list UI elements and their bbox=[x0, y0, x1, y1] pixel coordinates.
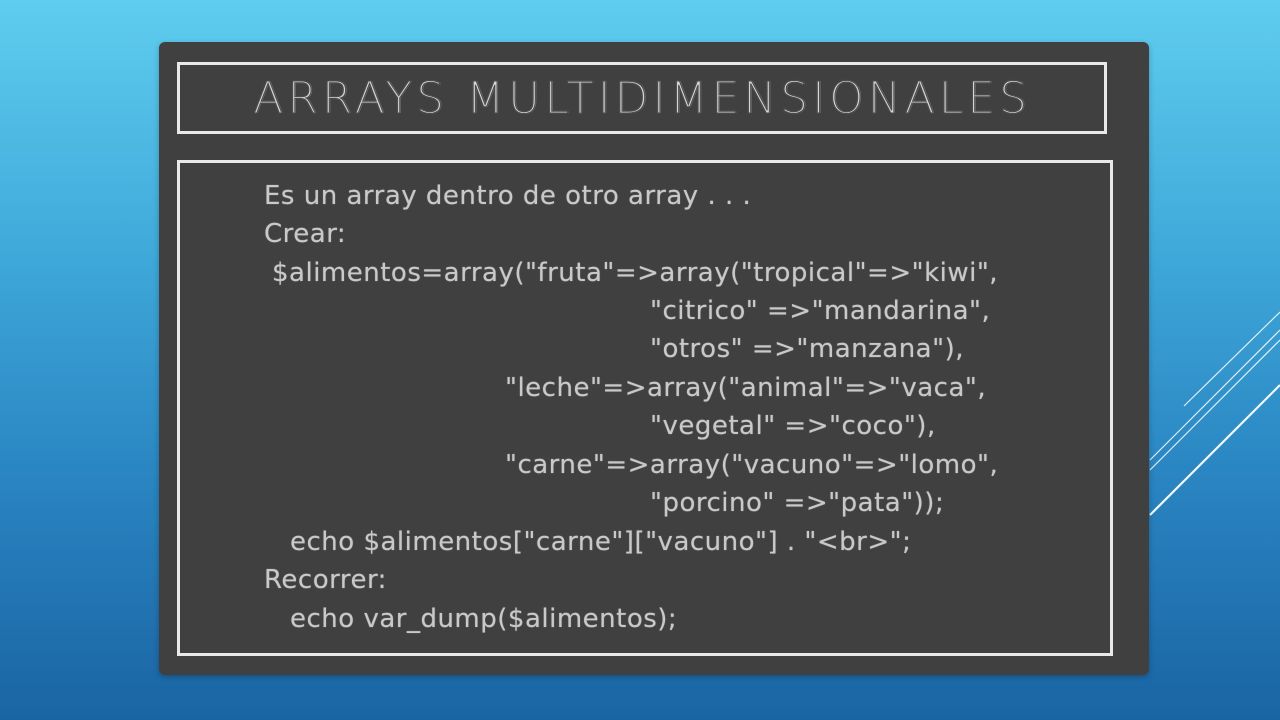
slide-title: ARRAYS MULTIDIMENSIONALES bbox=[253, 72, 1031, 124]
text-line-recorrer: Recorrer: bbox=[264, 565, 387, 595]
code-line-6: "carne"=>array("vacuno"=>"lomo", bbox=[505, 450, 999, 480]
code-line-5: "vegetal" =>"coco"), bbox=[650, 411, 936, 441]
code-line-echo: echo $alimentos["carne"]["vacuno"] . "<b… bbox=[290, 527, 912, 557]
text-line-definition: Es un array dentro de otro array . . . bbox=[264, 181, 752, 211]
title-frame: ARRAYS MULTIDIMENSIONALES bbox=[177, 62, 1107, 134]
text-line-crear: Crear: bbox=[264, 219, 347, 249]
code-line-7: "porcino" =>"pata")); bbox=[650, 488, 945, 518]
code-line-4: "leche"=>array("animal"=>"vaca", bbox=[505, 373, 987, 403]
code-line-2: "citrico" =>"mandarina", bbox=[650, 296, 991, 326]
chalkboard: ARRAYS MULTIDIMENSIONALES Es un array de… bbox=[159, 42, 1149, 675]
code-line-1: $alimentos=array("fruta"=>array("tropica… bbox=[272, 258, 999, 288]
content-frame: Es un array dentro de otro array . . . C… bbox=[177, 160, 1113, 656]
code-line-3: "otros" =>"manzana"), bbox=[650, 334, 964, 364]
code-line-var-dump: echo var_dump($alimentos); bbox=[290, 604, 678, 634]
